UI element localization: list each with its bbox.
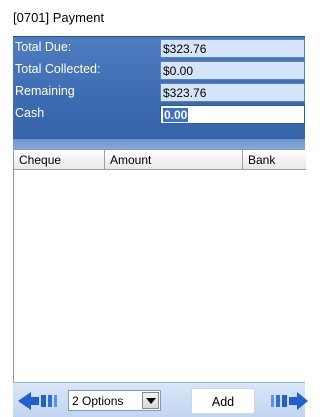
window-title: [0701] Payment <box>13 10 105 25</box>
total-due-row: Total Due: $323.76 <box>13 38 305 60</box>
cash-label: Cash <box>15 106 45 120</box>
total-collected-value: $0.00 <box>160 61 305 80</box>
cash-input-selected-text: 0.00 <box>163 108 189 122</box>
cash-input[interactable]: 0.00 <box>160 105 305 124</box>
remaining-row: Remaining $323.76 <box>13 82 305 104</box>
arrow-right-icon[interactable] <box>269 389 309 413</box>
total-due-value: $323.76 <box>160 39 305 58</box>
title-bar: [0701] Payment <box>0 0 305 36</box>
total-due-label: Total Due: <box>15 40 72 54</box>
add-button[interactable]: Add <box>191 388 255 414</box>
column-header-cheque[interactable]: Cheque <box>14 150 105 170</box>
options-dropdown[interactable]: 2 Options <box>68 390 161 411</box>
cheque-grid[interactable]: Cheque Amount Bank <box>13 149 306 382</box>
payment-summary-panel: Total Due: $323.76 Total Collected: $0.0… <box>13 36 305 150</box>
grid-header: Cheque Amount Bank <box>14 150 306 170</box>
total-collected-row: Total Collected: $0.00 <box>13 60 305 82</box>
column-header-amount[interactable]: Amount <box>105 150 243 170</box>
chevron-down-icon[interactable] <box>142 392 159 409</box>
cash-row: Cash 0.00 <box>13 104 305 126</box>
total-collected-label: Total Collected: <box>15 62 101 76</box>
options-dropdown-value: 2 Options <box>72 394 124 408</box>
remaining-label: Remaining <box>15 84 75 98</box>
column-header-bank[interactable]: Bank <box>243 150 306 170</box>
arrow-left-icon[interactable] <box>17 389 63 413</box>
bottom-toolbar: 2 Options Add <box>13 382 308 417</box>
remaining-value: $323.76 <box>160 83 305 102</box>
